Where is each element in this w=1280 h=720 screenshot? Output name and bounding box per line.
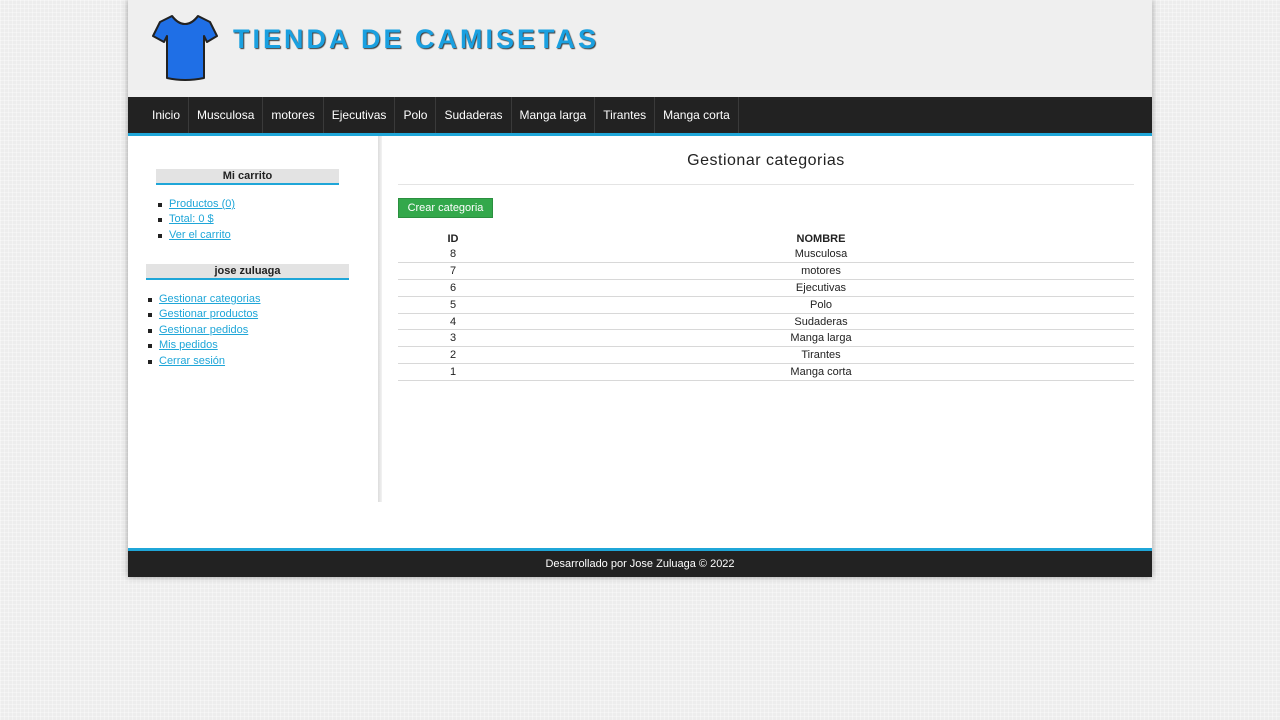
manage-orders-link[interactable]: Gestionar pedidos <box>159 324 248 336</box>
cart-title: Mi carrito <box>156 169 339 185</box>
tshirt-icon[interactable] <box>152 12 218 82</box>
menu-item-motores[interactable]: motores <box>263 97 324 133</box>
main-content: Gestionar categorias Crear categoria ID … <box>382 136 1152 502</box>
cell-id: 8 <box>398 246 508 264</box>
table-row: 6 Ejecutivas <box>398 279 1134 297</box>
table-row: 3 Manga larga <box>398 329 1134 348</box>
table-row: 1 Manga corta <box>398 363 1134 381</box>
list-item: Ver el carrito <box>156 228 235 243</box>
cell-id: 2 <box>398 346 508 365</box>
manage-products-link[interactable]: Gestionar productos <box>159 308 258 320</box>
list-item: Mis pedidos <box>146 338 261 353</box>
cart-links: Productos (0) Total: 0 $ Ver el carrito <box>156 197 235 243</box>
column-header-id: ID <box>447 233 459 245</box>
title-divider <box>398 184 1134 185</box>
cell-id: 6 <box>398 279 508 297</box>
my-orders-link[interactable]: Mis pedidos <box>159 339 218 351</box>
cart-total-link[interactable]: Total: 0 $ <box>169 213 214 225</box>
menu-item-musculosa[interactable]: Musculosa <box>189 97 264 133</box>
page-container: TIENDA DE CAMISETAS Inicio Musculosa mot… <box>128 0 1152 577</box>
menu-item-polo[interactable]: Polo <box>395 97 437 133</box>
menu-item-manga-corta[interactable]: Manga corta <box>655 97 739 133</box>
cell-name: Ejecutivas <box>508 279 1134 297</box>
cell-name: motores <box>508 262 1134 281</box>
table-row: 8 Musculosa <box>398 246 1134 264</box>
cell-name: Manga larga <box>508 329 1134 348</box>
cart-products-link[interactable]: Productos (0) <box>169 198 235 210</box>
list-item: Gestionar categorias <box>146 292 261 307</box>
table-row: 4 Sudaderas <box>398 313 1134 331</box>
sidebar: Mi carrito Productos (0) Total: 0 $ Ver … <box>128 136 378 502</box>
cell-name: Manga corta <box>508 363 1134 381</box>
table-header-row: ID NOMBRE <box>398 232 1134 246</box>
column-header-name: NOMBRE <box>796 233 846 245</box>
manage-categories-link[interactable]: Gestionar categorias <box>159 293 261 305</box>
site-header: TIENDA DE CAMISETAS <box>128 0 1152 97</box>
list-item: Gestionar pedidos <box>146 323 261 338</box>
site-title: TIENDA DE CAMISETAS <box>233 24 600 54</box>
categories-table: ID NOMBRE 8 Musculosa 7 motores 6 Ejecut… <box>398 232 1134 381</box>
view-cart-link[interactable]: Ver el carrito <box>169 229 231 241</box>
cell-name: Sudaderas <box>508 313 1134 331</box>
menu-item-ejecutivas[interactable]: Ejecutivas <box>324 97 396 133</box>
table-row: 2 Tirantes <box>398 346 1134 365</box>
site-footer: Desarrollado por Jose Zuluaga © 2022 <box>128 548 1152 577</box>
create-category-button[interactable]: Crear categoria <box>398 198 493 218</box>
cell-id: 5 <box>398 296 508 314</box>
cell-id: 4 <box>398 313 508 331</box>
table-row: 7 motores <box>398 262 1134 281</box>
user-links: Gestionar categorias Gestionar productos… <box>146 292 261 369</box>
list-item: Total: 0 $ <box>156 212 235 227</box>
menu-item-manga-larga[interactable]: Manga larga <box>512 97 596 133</box>
menu-item-inicio[interactable]: Inicio <box>144 97 190 133</box>
menu-item-tirantes[interactable]: Tirantes <box>595 97 656 133</box>
list-item: Productos (0) <box>156 197 235 212</box>
user-name: jose zuluaga <box>146 264 349 280</box>
cell-id: 1 <box>398 363 508 381</box>
cell-id: 7 <box>398 262 508 281</box>
logout-link[interactable]: Cerrar sesión <box>159 355 225 367</box>
table-row: 5 Polo <box>398 296 1134 314</box>
cell-name: Tirantes <box>508 346 1134 365</box>
list-item: Cerrar sesión <box>146 354 261 369</box>
menu-item-sudaderas[interactable]: Sudaderas <box>436 97 512 133</box>
page-title: Gestionar categorias <box>687 152 845 169</box>
cell-id: 3 <box>398 329 508 348</box>
main-menu: Inicio Musculosa motores Ejecutivas Polo… <box>128 97 1152 136</box>
cell-name: Polo <box>508 296 1134 314</box>
list-item: Gestionar productos <box>146 307 261 322</box>
cell-name: Musculosa <box>508 246 1134 264</box>
